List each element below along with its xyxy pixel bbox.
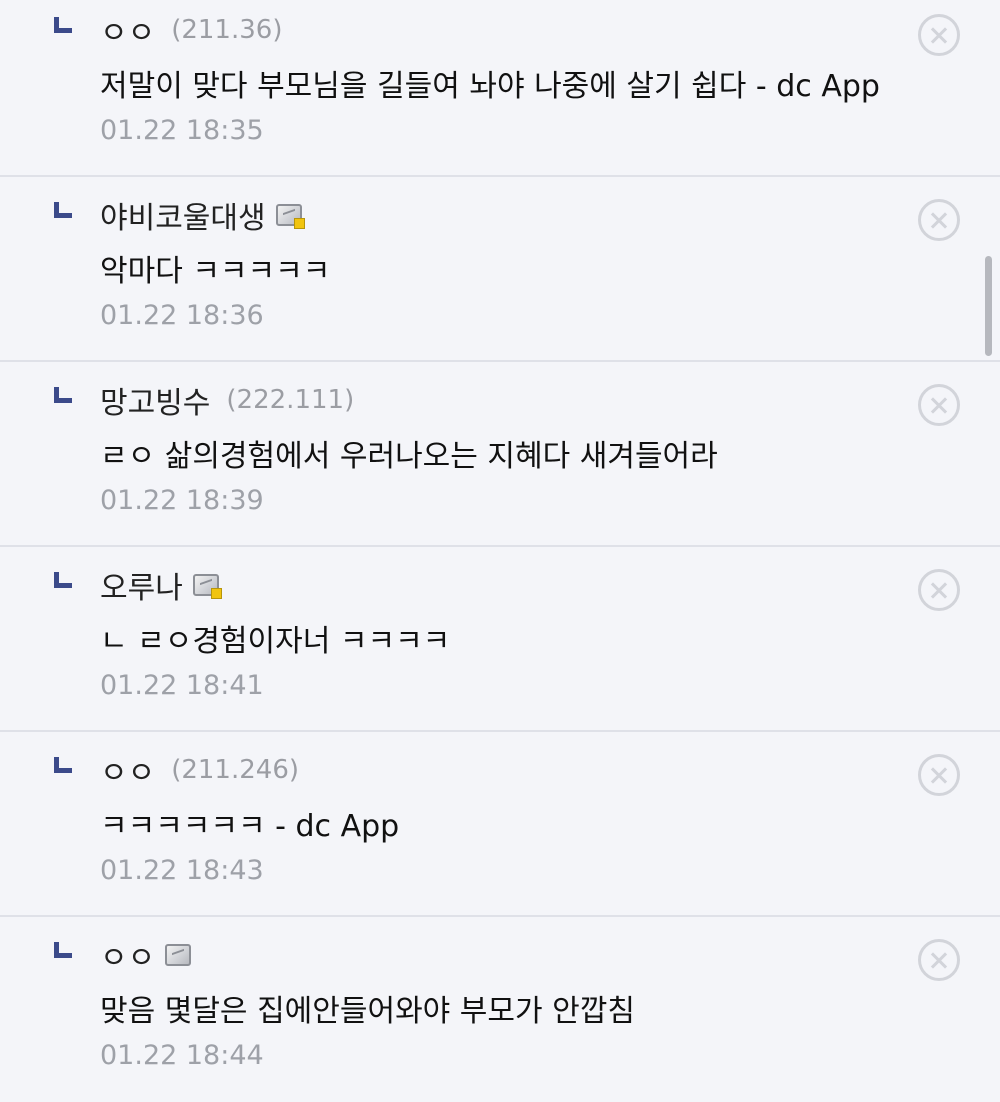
comment-author[interactable]: 오루나 — [100, 563, 183, 607]
comment-author[interactable]: 망고빙수 — [100, 378, 210, 422]
comment-date: 01.22 18:44 — [100, 1040, 264, 1071]
comment-ip: (222.111) — [226, 385, 355, 415]
reply-arrow-icon — [54, 942, 72, 958]
comment-author[interactable]: ㅇㅇ — [100, 933, 155, 977]
delete-comment-button[interactable] — [918, 754, 960, 796]
comment-author-line: ㅇㅇ — [100, 932, 192, 978]
comment-author[interactable]: ㅇㅇ — [100, 8, 155, 52]
comment-item: 오루나 ㄴ ㄹㅇ경험이자너 ㅋㅋㅋㅋ 01.22 18:41 — [0, 548, 1000, 732]
gallery-badge-icon — [275, 204, 305, 229]
comment-date: 01.22 18:43 — [100, 855, 264, 886]
comment-text: 저말이 맞다 부모님을 길들여 놔야 나중에 살기 쉽다 - dc App — [100, 69, 880, 104]
reply-arrow-icon — [54, 202, 72, 218]
gallery-badge-icon — [165, 944, 192, 966]
comment-ip: (211.36) — [171, 15, 283, 45]
comment-author[interactable]: 야비코울대생 — [100, 193, 266, 237]
comment-author-line: 망고빙수 (222.111) — [100, 377, 354, 423]
scrollbar-thumb[interactable] — [985, 256, 992, 356]
comment-text: ㄴ ㄹㅇ경험이자너 ㅋㅋㅋㅋ — [100, 624, 451, 659]
comment-list: ㅇㅇ (211.36) 저말이 맞다 부모님을 길들여 놔야 나중에 살기 쉽다… — [0, 0, 1000, 1085]
reply-arrow-icon — [54, 572, 72, 588]
comment-date: 01.22 18:35 — [100, 115, 264, 146]
comment-text: ㄹㅇ 삶의경험에서 우러나오는 지혜다 새겨들어라 — [100, 439, 718, 474]
gallery-badge-icon — [192, 574, 222, 599]
reply-arrow-icon — [54, 17, 72, 33]
comment-ip: (211.246) — [171, 755, 300, 785]
delete-comment-button[interactable] — [918, 384, 960, 426]
comment-item: 야비코울대생 악마다 ㅋㅋㅋㅋㅋ 01.22 18:36 — [0, 178, 1000, 362]
comment-text: 맞음 몇달은 집에안들어와야 부모가 안깝침 — [100, 994, 635, 1029]
comment-author-line: 오루나 — [100, 562, 222, 608]
reply-arrow-icon — [54, 387, 72, 403]
comment-item: 망고빙수 (222.111) ㄹㅇ 삶의경험에서 우러나오는 지혜다 새겨들어라… — [0, 363, 1000, 547]
comment-date: 01.22 18:41 — [100, 670, 264, 701]
comment-author-line: ㅇㅇ (211.36) — [100, 7, 282, 53]
comment-item: ㅇㅇ (211.246) ㅋㅋㅋㅋㅋㅋ - dc App 01.22 18:43 — [0, 733, 1000, 917]
comment-item: ㅇㅇ (211.36) 저말이 맞다 부모님을 길들여 놔야 나중에 살기 쉽다… — [0, 0, 1000, 177]
comment-text: 악마다 ㅋㅋㅋㅋㅋ — [100, 254, 331, 289]
comment-item: ㅇㅇ 맞음 몇달은 집에안들어와야 부모가 안깝침 01.22 18:44 — [0, 918, 1000, 1102]
comment-author-line: ㅇㅇ (211.246) — [100, 747, 299, 793]
comment-author-line: 야비코울대생 — [100, 192, 305, 238]
delete-comment-button[interactable] — [918, 939, 960, 981]
comment-date: 01.22 18:36 — [100, 300, 264, 331]
comment-date: 01.22 18:39 — [100, 485, 264, 516]
delete-comment-button[interactable] — [918, 199, 960, 241]
delete-comment-button[interactable] — [918, 569, 960, 611]
reply-arrow-icon — [54, 757, 72, 773]
delete-comment-button[interactable] — [918, 14, 960, 56]
comment-author[interactable]: ㅇㅇ — [100, 748, 155, 792]
comment-text: ㅋㅋㅋㅋㅋㅋ - dc App — [100, 809, 400, 844]
